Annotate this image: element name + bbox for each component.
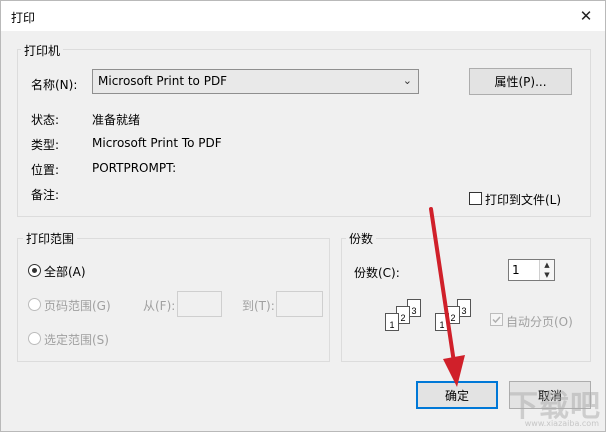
type-label: 类型: [31,138,60,152]
collate-label[interactable]: 自动分页(O) [506,313,573,330]
print-dialog: 打印 ✕ 打印机 名称(N): Microsoft Print to PDF ⌄… [0,0,606,432]
comment-label: 备注: [31,188,60,202]
copies-count-spinner[interactable]: 1 ▲ ▼ [508,259,555,281]
watermark-url: www.xiazaiba.com [524,419,599,428]
printer-name-value: Microsoft Print to PDF [98,74,228,88]
annotation-arrow [429,207,465,387]
copies-count-label: 份数(C): [354,266,400,280]
status-value: 准备就绪 [92,113,141,127]
properties-button[interactable]: 属性(P)... [469,68,572,95]
chevron-down-icon: ⌄ [402,74,412,87]
printer-name-select[interactable]: Microsoft Print to PDF ⌄ [92,69,419,94]
page-number: 2 [400,313,406,323]
close-icon: ✕ [579,7,593,25]
properties-button-label: 属性(P)... [494,75,547,89]
range-all-label[interactable]: 全部(A) [44,263,86,280]
range-selection-label[interactable]: 选定范围(S) [44,331,109,348]
title-bar: 打印 ✕ [1,1,605,31]
where-label: 位置: [31,163,60,177]
copies-group-title: 份数 [346,230,377,247]
from-label: 从(F): [143,299,176,313]
spinner-buttons: ▲ ▼ [539,260,554,280]
printer-name-label: 名称(N): [31,78,78,92]
print-range-title: 打印范围 [23,230,78,247]
page-number: 1 [389,320,395,330]
from-input[interactable] [177,291,222,317]
spin-up-icon[interactable]: ▲ [540,260,554,270]
copies-count-value: 1 [512,263,520,277]
range-pages-radio[interactable] [28,298,41,311]
range-pages-label[interactable]: 页码范围(G) [44,297,111,314]
to-label: 到(T): [242,299,275,313]
collate-page-icon: 1 [385,313,399,331]
check-icon [492,316,501,324]
collate-checkbox[interactable] [490,313,503,326]
type-value: Microsoft Print To PDF [92,136,222,150]
range-selection-radio[interactable] [28,332,41,345]
where-value: PORTPROMPT: [92,161,177,175]
range-all-radio[interactable] [28,264,41,277]
page-number: 3 [411,306,417,316]
printer-group-title: 打印机 [21,42,64,59]
to-input[interactable] [276,291,323,317]
print-to-file-label[interactable]: 打印到文件(L) [485,191,561,208]
close-button[interactable]: ✕ [573,3,599,29]
window-title: 打印 [11,11,36,25]
spin-down-icon[interactable]: ▼ [540,270,554,280]
status-label: 状态: [31,113,60,127]
